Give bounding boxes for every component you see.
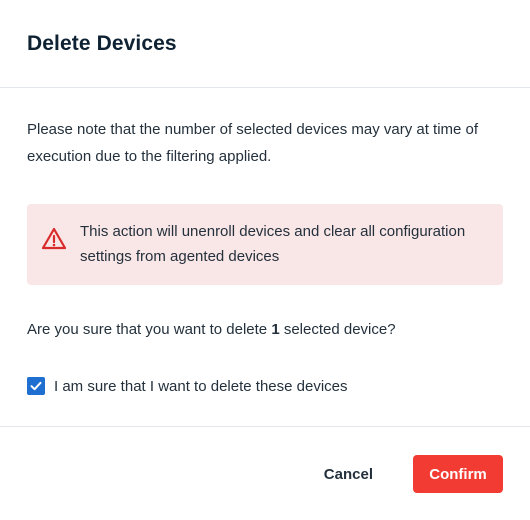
cancel-button[interactable]: Cancel (308, 456, 389, 493)
question-suffix: selected device? (279, 321, 396, 338)
selected-device-count: 1 (271, 321, 280, 338)
warning-triangle-icon (41, 226, 67, 252)
confirm-delete-checkbox[interactable] (27, 377, 45, 395)
confirm-delete-checkbox-label[interactable]: I am sure that I want to delete these de… (54, 378, 348, 395)
delete-devices-dialog: Delete Devices Please note that the numb… (0, 0, 530, 520)
checkmark-icon (30, 381, 42, 391)
question-prefix: Are you sure that you want to delete (27, 321, 272, 338)
dialog-title: Delete Devices (27, 31, 177, 55)
dialog-header: Delete Devices (0, 0, 530, 88)
filtering-note: Please note that the number of selected … (27, 121, 479, 165)
warning-alert-text: This action will unenroll devices and cl… (80, 223, 466, 265)
delete-confirmation-question: Are you sure that you want to delete 1 s… (27, 319, 503, 341)
confirm-button[interactable]: Confirm (413, 455, 503, 493)
warning-alert: This action will unenroll devices and cl… (27, 204, 503, 285)
dialog-body: Please note that the number of selected … (0, 88, 530, 427)
dialog-footer: Cancel Confirm (308, 455, 503, 493)
confirm-delete-checkbox-row[interactable]: I am sure that I want to delete these de… (27, 377, 503, 395)
